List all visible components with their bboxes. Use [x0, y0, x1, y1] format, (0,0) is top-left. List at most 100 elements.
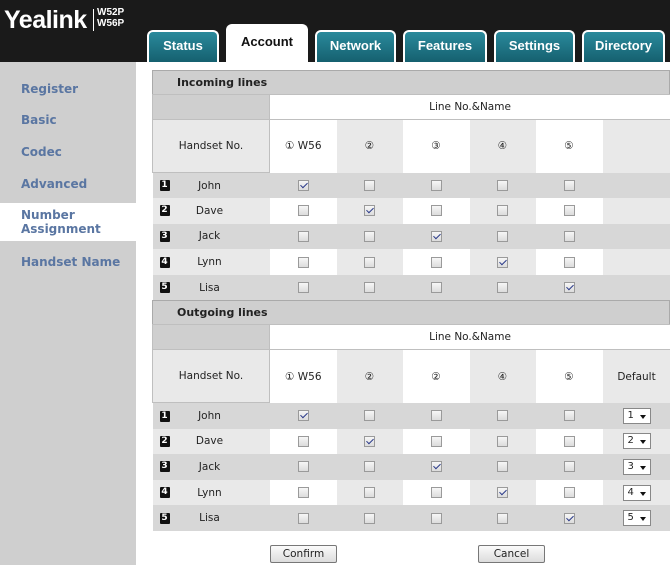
handset-name: John [198, 179, 221, 192]
outgoing-line-3-checkbox[interactable] [430, 512, 442, 524]
outgoing-line-cell [336, 402, 403, 429]
tab-account[interactable]: Account [226, 24, 308, 62]
outgoing-line-5-checkbox[interactable] [563, 512, 575, 524]
outgoing-line-cell [535, 428, 603, 455]
incoming-handset-cell: 4 Lynn [152, 249, 270, 275]
incoming-line-4-checkbox[interactable] [497, 230, 508, 242]
incoming-line-cell [269, 223, 337, 250]
incoming-line-5-checkbox[interactable] [563, 256, 575, 268]
incoming-line-header: Line No.&Name [268, 94, 670, 120]
outgoing-line-3-checkbox[interactable] [430, 487, 442, 499]
outgoing-line-2-checkbox[interactable] [364, 512, 375, 524]
outgoing-line-cell [336, 428, 403, 455]
model-line-2: W56P [97, 18, 125, 29]
incoming-line-4-checkbox[interactable] [497, 256, 508, 268]
confirm-button[interactable]: Confirm [270, 545, 337, 563]
outgoing-blank-corner [152, 324, 270, 351]
outgoing-line-cell [469, 454, 536, 480]
outgoing-line-2-checkbox[interactable] [364, 461, 375, 473]
default-line-select[interactable]: 2 [622, 433, 651, 450]
incoming-line-cell [336, 198, 403, 224]
outgoing-line-cell [269, 402, 337, 429]
incoming-line-1-checkbox[interactable] [297, 282, 309, 294]
outgoing-line-5-checkbox[interactable] [563, 410, 575, 422]
outgoing-line-2-checkbox[interactable] [364, 487, 375, 499]
default-line-select[interactable]: 5 [622, 510, 651, 527]
default-line-select[interactable]: 4 [622, 484, 651, 501]
incoming-line-5-checkbox[interactable] [563, 282, 575, 294]
outgoing-line-4-checkbox[interactable] [497, 487, 508, 499]
outgoing-line-2-checkbox[interactable] [364, 435, 375, 447]
incoming-line-5-checkbox[interactable] [563, 205, 575, 217]
outgoing-line-3-checkbox[interactable] [430, 435, 442, 447]
incoming-line-3-checkbox[interactable] [430, 282, 442, 294]
outgoing-line-1-checkbox[interactable] [297, 487, 309, 499]
tab-network[interactable]: Network [315, 30, 396, 62]
incoming-line-cell [535, 249, 603, 275]
outgoing-line-1-checkbox[interactable] [297, 461, 309, 473]
incoming-line-5-checkbox[interactable] [563, 230, 575, 242]
default-line-select[interactable]: 1 [622, 407, 651, 424]
incoming-line-1-checkbox[interactable] [297, 230, 309, 242]
tab-settings[interactable]: Settings [494, 30, 575, 62]
outgoing-line-1-checkbox[interactable] [297, 512, 309, 524]
outgoing-handset-cell: 2 Dave [152, 428, 270, 455]
incoming-line-1-checkbox[interactable] [297, 256, 309, 268]
incoming-line-3-checkbox[interactable] [430, 205, 442, 217]
sidebar-item-register[interactable]: Register [0, 82, 136, 96]
outgoing-line-cell [535, 479, 603, 506]
handset-number-icon: 2 [159, 435, 170, 447]
incoming-line-cell [336, 249, 403, 275]
handset-number-icon: 3 [159, 461, 170, 473]
cancel-button[interactable]: Cancel [478, 545, 545, 563]
outgoing-line-1-checkbox[interactable] [297, 435, 309, 447]
handset-name: Lisa [199, 512, 220, 525]
incoming-line-cell [469, 274, 536, 301]
outgoing-line-1-checkbox[interactable] [297, 410, 309, 422]
default-line-select[interactable]: 3 [622, 458, 651, 475]
outgoing-line-4-checkbox[interactable] [497, 461, 508, 473]
incoming-line-2-checkbox[interactable] [364, 256, 375, 268]
incoming-line-2-checkbox[interactable] [364, 282, 375, 294]
incoming-handset-cell: 1 John [152, 172, 270, 199]
incoming-line-4-checkbox[interactable] [497, 205, 508, 217]
tab-features[interactable]: Features [403, 30, 487, 62]
tab-status[interactable]: Status [147, 30, 219, 62]
outgoing-line-5-checkbox[interactable] [563, 435, 575, 447]
incoming-line-5-checkbox[interactable] [563, 179, 575, 191]
outgoing-line-2-checkbox[interactable] [364, 410, 375, 422]
sidebar-item-number-assignment[interactable]: Number Assignment [0, 203, 143, 241]
incoming-line-1-checkbox[interactable] [297, 179, 309, 191]
outgoing-line-5-checkbox[interactable] [563, 461, 575, 473]
incoming-lines-table: Line No.&Name Handset No. ① W56 ② ③ ④ ⑤ … [152, 94, 670, 301]
outgoing-line-cell [336, 479, 403, 506]
incoming-line-3-checkbox[interactable] [430, 179, 442, 191]
outgoing-line-cell [269, 428, 337, 455]
sidebar-item-codec[interactable]: Codec [0, 145, 136, 159]
outgoing-lines-heading: Outgoing lines [152, 300, 670, 325]
incoming-line-1-checkbox[interactable] [297, 205, 309, 217]
incoming-lines-heading: Incoming lines [152, 70, 670, 94]
incoming-line-2-checkbox[interactable] [364, 179, 375, 191]
tab-directory[interactable]: Directory [582, 30, 665, 62]
outgoing-line-1-label: ① W56 [269, 349, 337, 403]
incoming-line-3-checkbox[interactable] [430, 230, 442, 242]
outgoing-line-4-checkbox[interactable] [497, 410, 508, 422]
model-line-1: W52P [97, 7, 125, 18]
outgoing-line-5-checkbox[interactable] [563, 487, 575, 499]
outgoing-line-4-checkbox[interactable] [497, 512, 508, 524]
incoming-last-cell [602, 198, 670, 224]
incoming-line-3-checkbox[interactable] [430, 256, 442, 268]
handset-number-icon: 1 [159, 410, 170, 422]
incoming-line-2-checkbox[interactable] [364, 230, 375, 242]
sidebar-item-handset-name[interactable]: Handset Name [0, 255, 136, 269]
outgoing-line-3-checkbox[interactable] [430, 461, 442, 473]
incoming-line-2-checkbox[interactable] [364, 205, 375, 217]
sidebar-item-advanced[interactable]: Advanced [0, 177, 136, 191]
incoming-line-4-checkbox[interactable] [497, 282, 508, 294]
sidebar-item-basic[interactable]: Basic [0, 113, 136, 127]
incoming-line-4-checkbox[interactable] [497, 179, 508, 191]
outgoing-line-4-checkbox[interactable] [497, 435, 508, 447]
incoming-line-cell [402, 223, 470, 250]
outgoing-line-3-checkbox[interactable] [430, 410, 442, 422]
